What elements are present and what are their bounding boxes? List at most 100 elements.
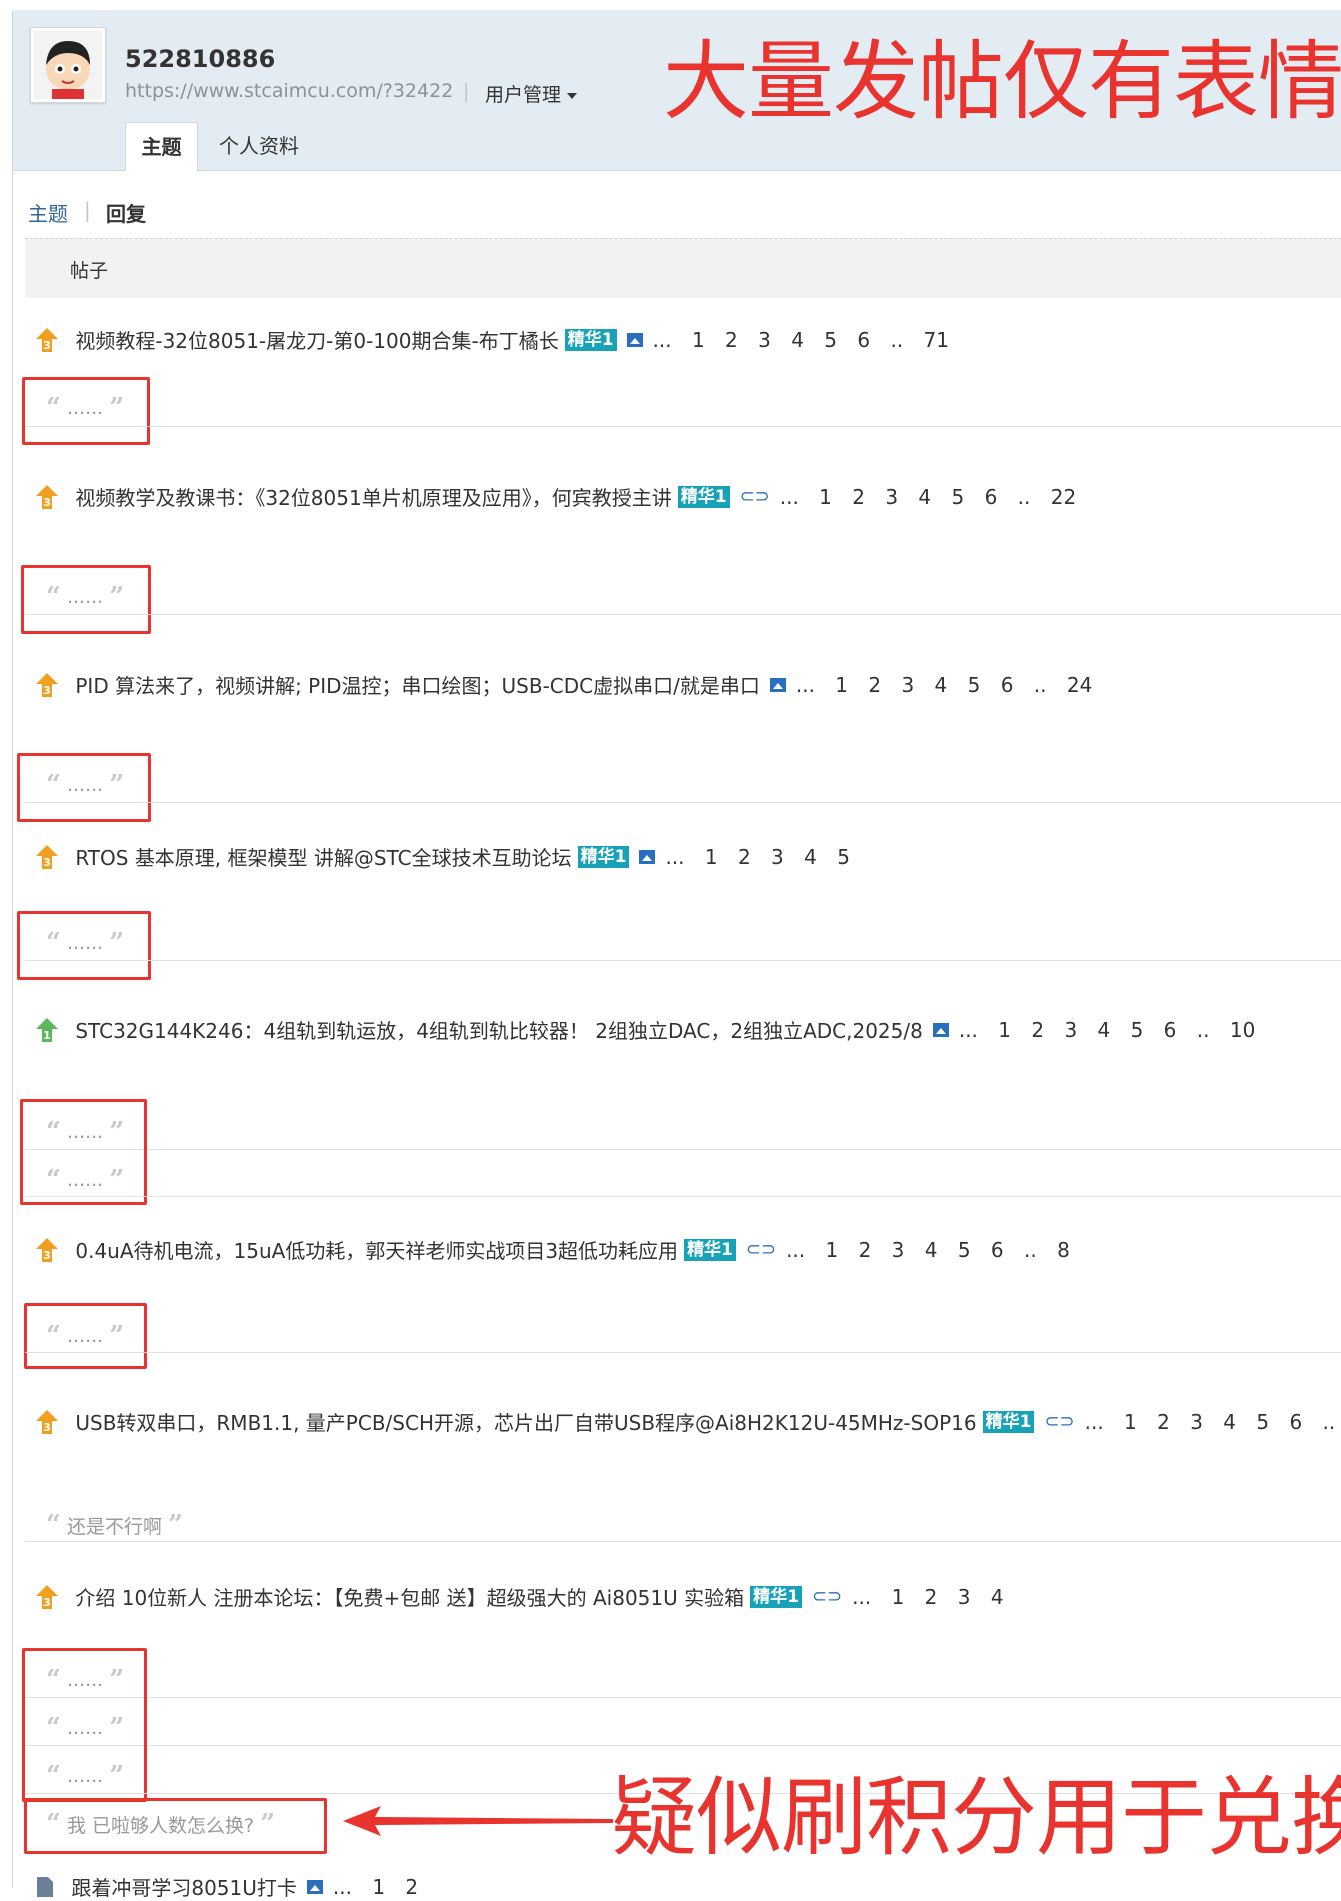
column-header-label: 帖子 bbox=[70, 260, 109, 282]
post-title[interactable]: 0.4uA待机电流，15uA低功耗，郭天祥老师实战项目3超低功耗应用 bbox=[75, 1239, 678, 1263]
hot-topic-icon: 3 bbox=[36, 1584, 58, 1609]
row-divider bbox=[25, 960, 1341, 961]
hot-topic-icon: 3 bbox=[36, 1237, 58, 1262]
user-url[interactable]: https://www.stcaimcu.com/?32422 bbox=[125, 80, 453, 102]
caret-down-icon bbox=[567, 92, 578, 99]
pagination[interactable]: ... 1 2 3 4 5 bbox=[665, 845, 849, 869]
post-row[interactable]: 跟着冲哥学习8051U打卡 ... 1 2 bbox=[35, 1872, 418, 1901]
hot-topic-icon: 3 bbox=[36, 672, 58, 697]
svg-text:3: 3 bbox=[43, 1249, 51, 1262]
image-attachment-icon bbox=[306, 1879, 323, 1894]
page-root: 522810886 https://www.stcaimcu.com/?3242… bbox=[12, 10, 1341, 1900]
tab-topics[interactable]: 主题 bbox=[125, 122, 198, 171]
digest-badge: 精华1 bbox=[577, 845, 630, 868]
image-attachment-icon bbox=[769, 677, 786, 692]
header-separator: | bbox=[463, 80, 470, 102]
tab-profile[interactable]: 个人资料 bbox=[219, 122, 299, 170]
pagination[interactable]: ... 1 2 3 4 5 6 .. 8 bbox=[786, 1238, 1070, 1262]
avatar[interactable] bbox=[30, 27, 106, 103]
post-title[interactable]: RTOS 基本原理, 框架模型 讲解@STC全球技术互助论坛 bbox=[75, 846, 571, 870]
user-management-dropdown[interactable]: 用户管理 bbox=[485, 80, 578, 107]
digest-badge: 精华1 bbox=[982, 1410, 1035, 1433]
image-attachment-icon bbox=[932, 1022, 949, 1037]
subtab-separator: | bbox=[84, 198, 91, 222]
hot-topic-icon: 3 bbox=[36, 844, 58, 869]
highlight-box bbox=[24, 1798, 327, 1854]
annotation-title: 大量发帖仅有表情 bbox=[663, 32, 1341, 132]
paperclip-icon: ⊂⊃ bbox=[745, 1239, 777, 1260]
highlight-box bbox=[20, 1099, 147, 1205]
digest-badge: 精华1 bbox=[684, 1238, 736, 1261]
row-divider bbox=[25, 1196, 1341, 1197]
pagination[interactable]: ... 1 2 3 4 5 6 .. 21 bbox=[1085, 1410, 1341, 1434]
pagination[interactable]: ... 1 2 bbox=[333, 1875, 418, 1899]
svg-text:3: 3 bbox=[43, 856, 51, 869]
digest-badge: 精华1 bbox=[564, 328, 617, 351]
row-divider bbox=[25, 614, 1341, 615]
image-attachment-icon bbox=[639, 849, 656, 864]
post-row[interactable]: 3 PID 算法来了，视频讲解; PID温控；串口绘图；USB-CDC虚拟串口/… bbox=[35, 670, 1092, 700]
user-management-label: 用户管理 bbox=[485, 84, 562, 106]
row-divider bbox=[25, 802, 1341, 803]
avatar-icon bbox=[34, 31, 102, 99]
highlight-box bbox=[22, 377, 150, 445]
post-row[interactable]: 3 0.4uA待机电流，15uA低功耗，郭天祥老师实战项目3超低功耗应用 精华1 ⊂… bbox=[35, 1235, 1070, 1265]
digest-badge: 精华1 bbox=[677, 485, 730, 508]
document-icon bbox=[37, 1876, 53, 1897]
row-divider bbox=[25, 1149, 1341, 1150]
paperclip-icon: ⊂⊃ bbox=[811, 1586, 843, 1607]
row-divider bbox=[25, 1541, 1341, 1542]
post-row[interactable]: 1 STC32G144K246：4组轨到轨运放，4组轨到轨比较器！ 2组独立DA… bbox=[35, 1015, 1255, 1045]
column-header: 帖子 bbox=[25, 238, 1341, 298]
svg-text:3: 3 bbox=[43, 339, 51, 352]
post-title[interactable]: 介绍 10位新人 注册本论坛：【免费+包邮 送】超级强大的 Ai8051U 实验… bbox=[75, 1586, 744, 1610]
post-title[interactable]: 视频教学及教课书：《32位8051单片机原理及应用》，何宾教授主讲 bbox=[75, 486, 671, 510]
close-quote-icon: ” bbox=[167, 1510, 183, 1540]
row-divider bbox=[25, 1352, 1341, 1353]
open-quote-icon: “ bbox=[46, 1510, 61, 1540]
hot-topic-icon: 3 bbox=[36, 1409, 58, 1434]
svg-text:3: 3 bbox=[43, 684, 51, 697]
hot-topic-icon: 3 bbox=[36, 484, 58, 509]
arrow-left-icon bbox=[343, 1806, 613, 1836]
highlight-box bbox=[17, 911, 151, 980]
highlight-box bbox=[17, 753, 151, 822]
row-divider bbox=[25, 1697, 1341, 1698]
paperclip-icon: ⊂⊃ bbox=[739, 486, 770, 507]
row-divider bbox=[25, 426, 1341, 427]
profile-header: 522810886 https://www.stcaimcu.com/?3242… bbox=[13, 10, 1341, 171]
subtab-topics[interactable]: 主题 bbox=[28, 198, 68, 227]
post-row[interactable]: 3 USB转双串口，RMB1.1, 量产PCB/SCH开源，芯片出厂自带USB程… bbox=[35, 1407, 1341, 1437]
subtab-replies[interactable]: 回复 bbox=[106, 198, 146, 227]
post-title[interactable]: 视频教程-32位8051-屠龙刀-第0-100期合集-布丁橘长 bbox=[75, 329, 558, 353]
pagination[interactable]: ... 1 2 3 4 5 6 .. 10 bbox=[959, 1018, 1255, 1042]
image-attachment-icon bbox=[626, 332, 643, 347]
digest-badge: 精华1 bbox=[750, 1585, 802, 1608]
highlight-box bbox=[22, 1648, 147, 1802]
post-row[interactable]: 3 介绍 10位新人 注册本论坛：【免费+包邮 送】超级强大的 Ai8051U … bbox=[35, 1582, 1004, 1612]
post-row[interactable]: 3 视频教学及教课书：《32位8051单片机原理及应用》，何宾教授主讲 精华1 ⊂⊃… bbox=[35, 482, 1076, 512]
pagination[interactable]: ... 1 2 3 4 5 6 .. 24 bbox=[796, 673, 1092, 697]
pagination[interactable]: ... 1 2 3 4 bbox=[852, 1585, 1003, 1609]
post-title[interactable]: USB转双串口，RMB1.1, 量产PCB/SCH开源，芯片出厂自带USB程序@… bbox=[75, 1411, 976, 1435]
pagination[interactable]: ... 1 2 3 4 5 6 .. 71 bbox=[653, 328, 949, 352]
post-row[interactable]: 3 RTOS 基本原理, 框架模型 讲解@STC全球技术互助论坛 精华1 ... 1… bbox=[35, 842, 850, 872]
new-topic-icon: 1 bbox=[36, 1017, 58, 1042]
reply-quote[interactable]: “还是不行啊” bbox=[46, 1510, 183, 1540]
svg-text:1: 1 bbox=[43, 1029, 51, 1042]
hot-topic-icon: 3 bbox=[36, 327, 58, 352]
post-row[interactable]: 3 视频教程-32位8051-屠龙刀-第0-100期合集-布丁橘长 精华1 ... … bbox=[35, 325, 949, 355]
post-title[interactable]: STC32G144K246：4组轨到轨运放，4组轨到轨比较器！ 2组独立DAC，… bbox=[75, 1019, 922, 1043]
post-title[interactable]: PID 算法来了，视频讲解; PID温控；串口绘图；USB-CDC虚拟串口/就是… bbox=[75, 674, 760, 698]
pagination[interactable]: ... 1 2 3 4 5 6 .. 22 bbox=[780, 485, 1076, 509]
highlight-box bbox=[24, 1303, 147, 1369]
annotation-bottom: 疑似刷积分用于兑换 bbox=[611, 1768, 1341, 1868]
row-divider bbox=[25, 1745, 1341, 1746]
paperclip-icon: ⊂⊃ bbox=[1044, 1411, 1075, 1432]
highlight-box bbox=[21, 565, 151, 634]
svg-text:3: 3 bbox=[43, 1421, 51, 1434]
username: 522810886 bbox=[125, 45, 276, 73]
svg-text:3: 3 bbox=[43, 1596, 51, 1609]
svg-text:3: 3 bbox=[43, 496, 51, 509]
post-title[interactable]: 跟着冲哥学习8051U打卡 bbox=[71, 1876, 297, 1900]
